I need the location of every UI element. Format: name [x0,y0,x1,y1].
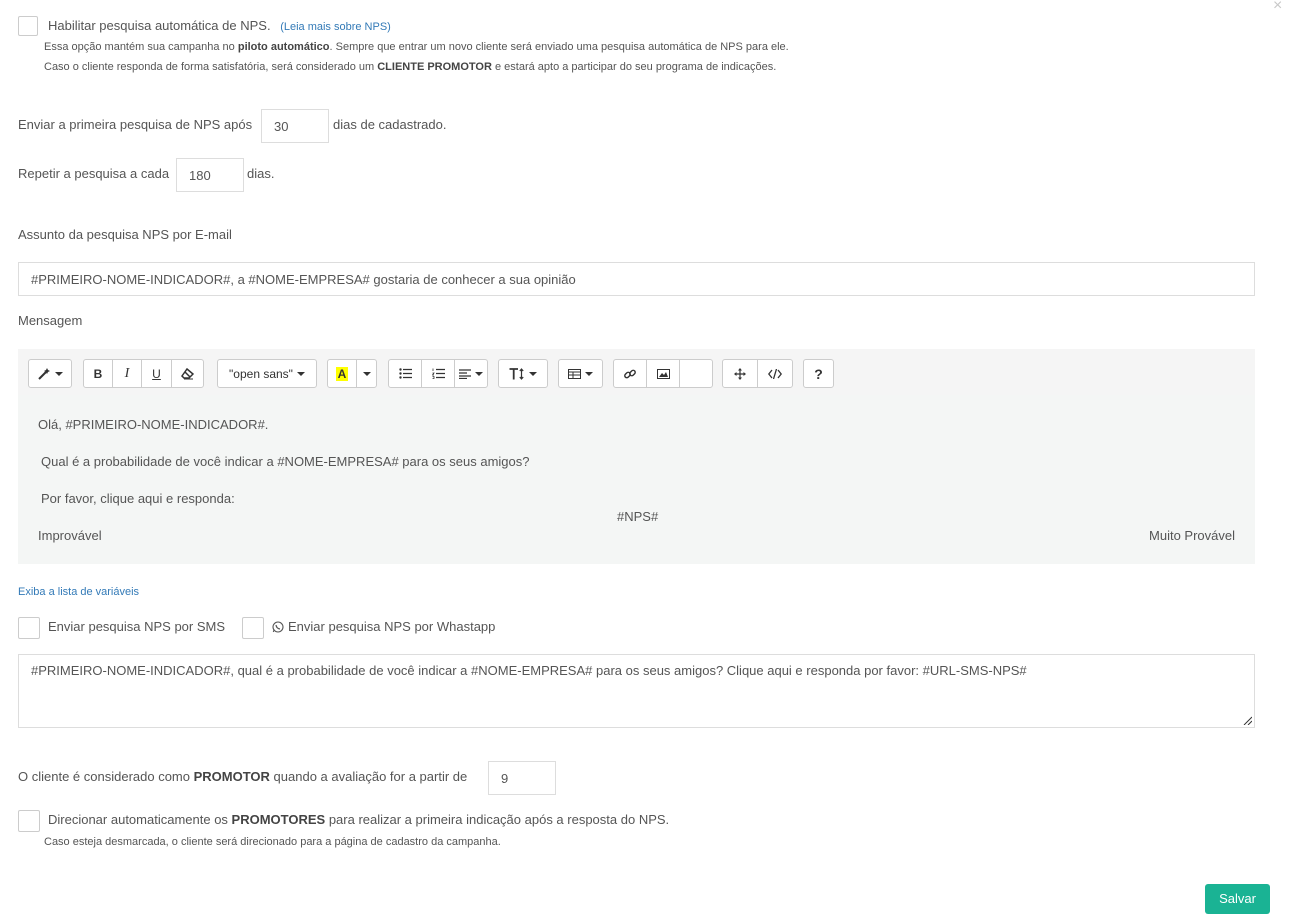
first-survey-label: Enviar a primeira pesquisa de NPS após [18,117,253,132]
auto-nps-label: Habilitar pesquisa automática de NPS. [48,18,271,33]
auto-nps-help-line1: Essa opção mantém sua campanha no piloto… [44,41,789,53]
redirect-promoters-checkbox[interactable] [18,810,40,832]
magic-wand-icon [37,368,50,380]
table-icon [568,368,581,379]
first-survey-days-input[interactable] [261,109,329,143]
move-arrows-icon [734,367,746,380]
whatsapp-icon [272,620,284,633]
align-left-icon [459,368,471,379]
font-size-button[interactable] [498,359,548,388]
message-line-greeting: Olá, #PRIMEIRO-NOME-INDICADOR#. [38,417,269,432]
sms-message-textarea[interactable]: #PRIMEIRO-NOME-INDICADOR#, qual é a prob… [18,654,1255,728]
auto-nps-checkbox[interactable] [18,16,38,36]
whatsapp-label: Enviar pesquisa NPS por Whastapp [288,619,496,634]
sms-message-text: #PRIMEIRO-NOME-INDICADOR#, qual é a prob… [31,663,1027,678]
numbered-list-icon [431,368,445,379]
clear-format-button[interactable] [171,359,204,388]
message-editor[interactable]: Olá, #PRIMEIRO-NOME-INDICADOR#. Qual é a… [18,395,1255,564]
code-icon [768,368,782,379]
read-more-nps-link[interactable]: (Leia mais sobre NPS) [280,21,391,33]
font-family-value: "open sans" [229,366,293,381]
first-survey-suffix: dias de cadastrado. [333,117,447,132]
subject-label: Assunto da pesquisa NPS por E-mail [18,227,232,242]
text-color-dropdown[interactable] [356,359,377,388]
eraser-icon [181,367,194,379]
sms-label: Enviar pesquisa NPS por SMS [48,619,226,634]
editor-toolbar: B I U "open sans" A ? [18,349,1255,396]
promoter-threshold-input[interactable] [488,761,556,795]
text-color-button[interactable]: A [327,359,357,388]
promoter-threshold-label: O cliente é considerado como PROMOTOR qu… [18,769,468,784]
link-button[interactable] [613,359,647,388]
redirect-help: Caso esteja desmarcada, o cliente será d… [44,836,501,848]
table-button[interactable] [558,359,603,388]
subject-input[interactable] [18,262,1255,296]
unordered-list-button[interactable] [388,359,422,388]
message-label: Mensagem [18,313,83,328]
help-button[interactable]: ? [803,359,834,388]
variables-list-link[interactable]: Exiba a lista de variáveis [18,586,139,598]
nps-tag: #NPS# [617,509,659,524]
redirect-promoters-label: Direcionar automaticamente os PROMOTORES… [48,812,670,827]
message-line-question: Qual é a probabilidade de você indicar a… [41,454,530,469]
repeat-survey-suffix: dias. [247,166,275,181]
save-button[interactable]: Salvar [1205,884,1270,914]
ordered-list-button[interactable] [421,359,455,388]
sms-checkbox[interactable] [18,617,40,639]
paragraph-align-button[interactable] [454,359,488,388]
code-view-button[interactable] [757,359,793,388]
resize-handle-icon[interactable] [1243,716,1252,725]
whatsapp-checkbox[interactable] [242,617,264,639]
close-icon[interactable]: × [1273,0,1282,15]
bold-button[interactable]: B [83,359,113,388]
style-button[interactable] [28,359,72,388]
picture-icon [656,368,670,379]
image-button[interactable] [646,359,680,388]
scale-right-label: Muito Provável [1149,528,1235,543]
repeat-survey-label: Repetir a pesquisa a cada [18,166,170,181]
highlight-letter-icon: A [335,366,349,381]
video-button[interactable] [679,359,713,388]
repeat-survey-days-input[interactable] [176,158,244,192]
fullscreen-button[interactable] [722,359,758,388]
link-icon [624,369,636,378]
italic-button[interactable]: I [112,359,142,388]
font-family-dropdown[interactable]: "open sans" [217,359,317,388]
auto-nps-help-line2: Caso o cliente responda de forma satisfa… [44,61,777,73]
scale-left-label: Improvável [38,528,102,543]
underline-button[interactable]: U [141,359,172,388]
text-height-icon [509,367,524,380]
message-line-cta: Por favor, clique aqui e responda: [41,491,235,506]
bullet-list-icon [398,368,412,379]
